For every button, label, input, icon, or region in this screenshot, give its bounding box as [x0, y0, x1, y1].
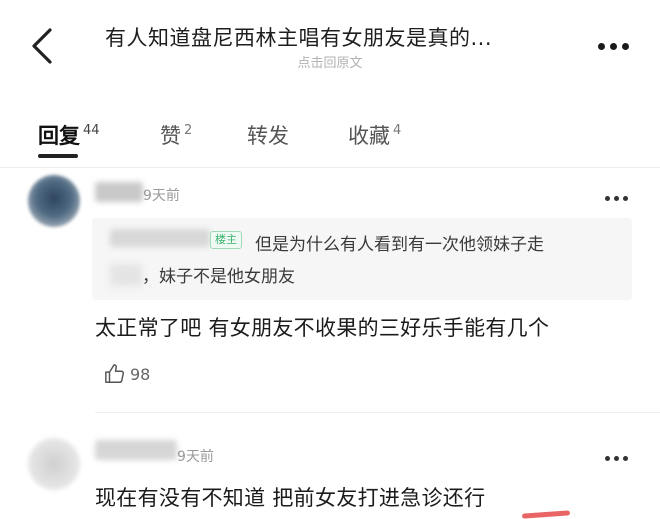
quoted-text-continued: ，妹子不是他女朋友: [142, 267, 295, 287]
header: 有人知道盘尼西林主唱有女朋友是真的... 点击回原文: [0, 0, 660, 90]
quoted-text: 但是为什么有人看到有一次他领妹子走: [255, 235, 544, 255]
tab-bar: 回复 44 赞2 转发 收藏 4: [0, 108, 660, 164]
comment-more-button[interactable]: [605, 188, 645, 201]
more-options-button[interactable]: [598, 36, 640, 54]
comment-text[interactable]: 太正常了吧 有女朋友不收果的三好乐手能有几个: [95, 312, 549, 342]
avatar[interactable]: [28, 438, 80, 490]
more-dots-icon: [605, 196, 610, 201]
more-dots-icon: [605, 456, 610, 461]
tab-label: 转发: [247, 124, 289, 148]
comment-text[interactable]: 现在有没有不知道 把前女友打进急诊还行: [95, 482, 485, 512]
tab-count: 44: [83, 123, 100, 138]
tab-likes[interactable]: 赞2: [160, 120, 192, 150]
tab-count: 2: [184, 123, 193, 138]
tab-count: 4: [393, 123, 402, 138]
thumbs-up-icon: [105, 364, 125, 383]
comment-time: 9天前: [177, 449, 214, 465]
op-badge: 楼主: [210, 231, 242, 249]
tab-label: 回复: [38, 124, 80, 148]
tab-label: 赞: [160, 124, 181, 148]
quoted-username-blurred: [110, 229, 210, 247]
more-dots-icon: [598, 43, 605, 50]
like-count: 98: [130, 364, 151, 384]
back-to-original-link[interactable]: 点击回原文: [0, 52, 660, 71]
quoted-text-blur: [110, 264, 142, 286]
like-button[interactable]: 98: [104, 363, 150, 387]
username-blurred[interactable]: [95, 440, 177, 460]
active-tab-indicator: [38, 154, 78, 158]
avatar[interactable]: [28, 175, 80, 227]
comment-time: 9天前: [143, 188, 180, 204]
divider: [95, 412, 660, 413]
tab-reposts[interactable]: 转发: [247, 120, 289, 150]
tab-favorites[interactable]: 收藏 4: [348, 120, 401, 150]
comment-more-button[interactable]: [605, 448, 645, 461]
divider: [0, 167, 660, 168]
tab-label: 收藏: [348, 124, 390, 148]
red-underline-mark: [521, 510, 571, 519]
username-blurred[interactable]: [95, 182, 143, 202]
tab-replies[interactable]: 回复 44: [38, 120, 100, 150]
page-title[interactable]: 有人知道盘尼西林主唱有女朋友是真的...: [105, 22, 575, 52]
